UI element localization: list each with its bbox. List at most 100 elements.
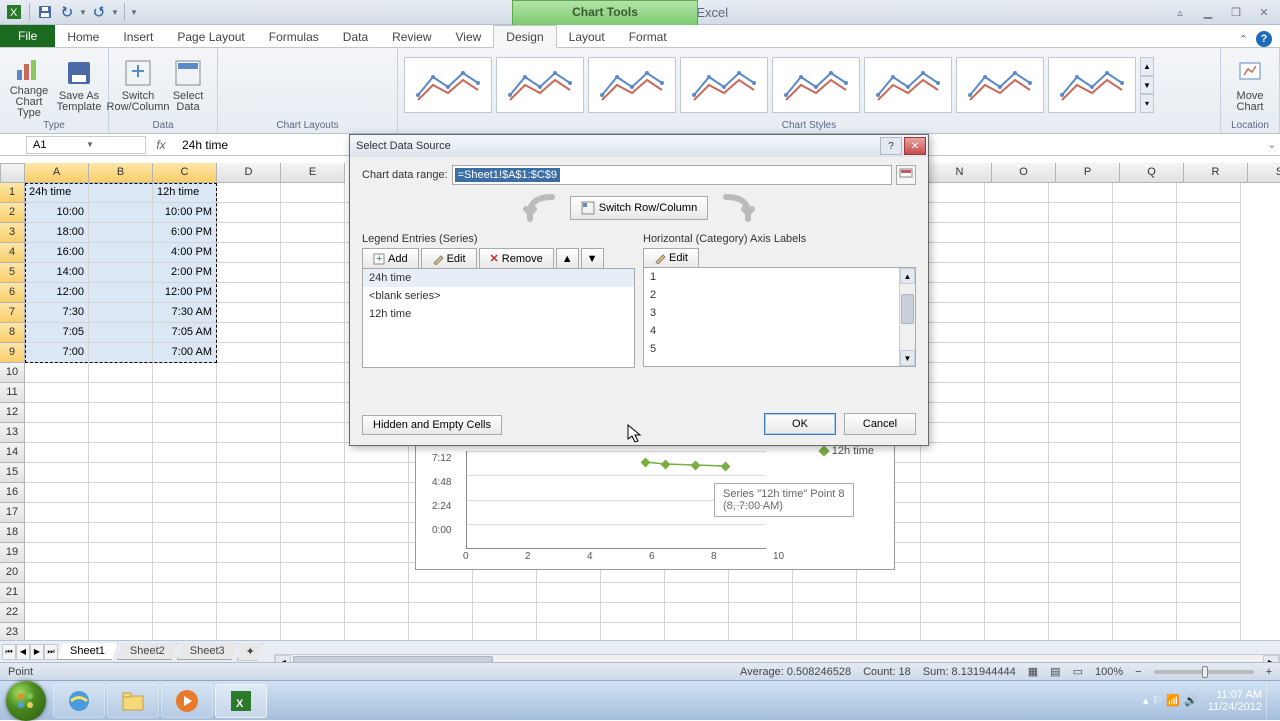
edit-axis-button[interactable]: Edit	[643, 248, 699, 268]
cell[interactable]	[793, 603, 857, 623]
cell[interactable]	[217, 583, 281, 603]
cell[interactable]	[1113, 303, 1177, 323]
cell[interactable]	[25, 363, 89, 383]
axis-label-item[interactable]: 4	[644, 322, 915, 340]
cell[interactable]	[1049, 623, 1113, 640]
cell[interactable]	[1177, 503, 1241, 523]
cell[interactable]	[25, 503, 89, 523]
cell[interactable]	[921, 603, 985, 623]
cell[interactable]	[1113, 423, 1177, 443]
cell[interactable]	[921, 183, 985, 203]
cell[interactable]	[281, 203, 345, 223]
cell[interactable]	[1049, 603, 1113, 623]
cell[interactable]	[89, 223, 153, 243]
cell[interactable]	[217, 423, 281, 443]
cell[interactable]	[153, 583, 217, 603]
sheet-tab-sheet3[interactable]: Sheet3	[177, 643, 238, 660]
cell[interactable]	[281, 363, 345, 383]
cell[interactable]: 12:00	[25, 283, 89, 303]
cell[interactable]	[1177, 423, 1241, 443]
cell[interactable]	[985, 623, 1049, 640]
tray-show-hidden-icon[interactable]: ▴	[1143, 694, 1149, 707]
chart-data-range-input[interactable]: =Sheet1!$A$1:$C$9	[452, 165, 892, 185]
cell[interactable]	[345, 503, 409, 523]
cell[interactable]	[1177, 323, 1241, 343]
cell[interactable]	[217, 203, 281, 223]
cell[interactable]	[217, 463, 281, 483]
cell[interactable]	[601, 603, 665, 623]
cell[interactable]	[921, 623, 985, 640]
cell[interactable]	[1049, 463, 1113, 483]
series-list-item[interactable]: <blank series>	[363, 287, 634, 305]
cell[interactable]	[1177, 403, 1241, 423]
cell[interactable]	[345, 563, 409, 583]
cell[interactable]	[921, 283, 985, 303]
cell[interactable]: 10:00 PM	[153, 203, 217, 223]
cell[interactable]	[153, 483, 217, 503]
cell[interactable]	[985, 603, 1049, 623]
cell[interactable]	[281, 243, 345, 263]
cell[interactable]	[217, 543, 281, 563]
cell[interactable]	[89, 183, 153, 203]
cell[interactable]	[985, 443, 1049, 463]
cell[interactable]	[921, 323, 985, 343]
cell[interactable]	[1049, 523, 1113, 543]
tray-flag-icon[interactable]: ⚐	[1152, 694, 1162, 707]
cell[interactable]	[1113, 283, 1177, 303]
cell[interactable]	[281, 303, 345, 323]
cell[interactable]	[1049, 203, 1113, 223]
cell[interactable]	[793, 583, 857, 603]
cell[interactable]	[281, 183, 345, 203]
col-header[interactable]: S	[1248, 163, 1280, 183]
cell[interactable]	[921, 303, 985, 323]
chart-style-item[interactable]	[864, 57, 952, 113]
cell[interactable]	[217, 223, 281, 243]
collapse-dialog-icon[interactable]	[896, 165, 916, 185]
cell[interactable]	[89, 243, 153, 263]
cell[interactable]	[89, 283, 153, 303]
cell[interactable]	[1113, 183, 1177, 203]
scroll-thumb[interactable]	[901, 294, 914, 324]
cell[interactable]	[345, 603, 409, 623]
cell[interactable]	[153, 623, 217, 640]
cell[interactable]	[1177, 223, 1241, 243]
select-data-button[interactable]: Select Data	[165, 51, 211, 119]
tab-formulas[interactable]: Formulas	[257, 26, 331, 47]
cell[interactable]	[89, 343, 153, 363]
cell[interactable]	[921, 583, 985, 603]
move-up-button[interactable]: ▲	[556, 248, 579, 269]
cell[interactable]	[1049, 483, 1113, 503]
cell[interactable]	[89, 303, 153, 323]
cell[interactable]	[25, 383, 89, 403]
cell[interactable]	[985, 543, 1049, 563]
name-box-dropdown-icon[interactable]: ▼	[86, 140, 139, 149]
cell[interactable]	[1177, 483, 1241, 503]
row-header[interactable]: 2	[0, 203, 25, 223]
cell[interactable]	[89, 623, 153, 640]
move-chart-button[interactable]: Move Chart	[1227, 51, 1273, 119]
axis-label-item[interactable]: 5	[644, 340, 915, 358]
dialog-help-button[interactable]: ?	[880, 137, 902, 155]
cell[interactable]	[729, 603, 793, 623]
view-normal-icon[interactable]: ▦	[1028, 665, 1038, 678]
cell[interactable]: 7:05 AM	[153, 323, 217, 343]
cell[interactable]	[985, 263, 1049, 283]
cell[interactable]	[25, 483, 89, 503]
cell[interactable]	[857, 623, 921, 640]
cell[interactable]	[89, 543, 153, 563]
cell[interactable]	[89, 583, 153, 603]
start-button[interactable]	[6, 681, 46, 721]
cell[interactable]	[89, 523, 153, 543]
view-page-layout-icon[interactable]: ▤	[1050, 665, 1060, 678]
cell[interactable]	[921, 503, 985, 523]
cell[interactable]	[985, 423, 1049, 443]
cell[interactable]	[1113, 503, 1177, 523]
restore-icon[interactable]: ❐	[1224, 3, 1248, 21]
cell[interactable]	[345, 523, 409, 543]
cell[interactable]	[1113, 363, 1177, 383]
cell[interactable]	[25, 603, 89, 623]
show-desktop-button[interactable]	[1266, 684, 1274, 718]
redo-icon[interactable]	[89, 2, 109, 22]
row-header[interactable]: 9	[0, 343, 25, 363]
tab-review[interactable]: Review	[380, 26, 443, 47]
